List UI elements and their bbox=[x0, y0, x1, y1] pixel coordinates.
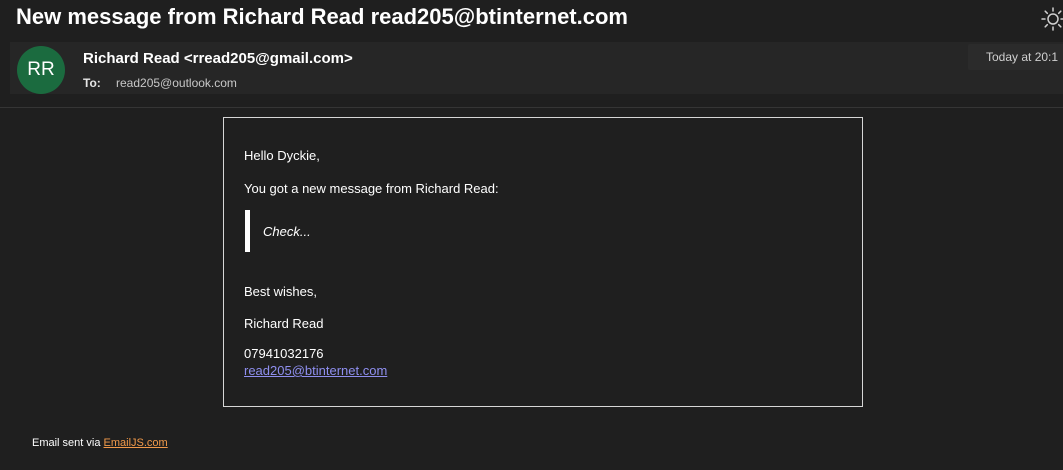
header-divider bbox=[0, 107, 1063, 108]
email-subject: New message from Richard Read read205@bt… bbox=[16, 4, 628, 29]
to-label: To: bbox=[83, 76, 101, 90]
timestamp: Today at 20:1 bbox=[986, 50, 1059, 64]
avatar-initials: RR bbox=[27, 59, 55, 80]
closing-text: Best wishes, bbox=[244, 284, 317, 299]
email-link[interactable]: read205@btinternet.com bbox=[244, 363, 387, 378]
sun-icon[interactable] bbox=[1040, 6, 1063, 32]
avatar[interactable]: RR bbox=[17, 46, 65, 94]
signature-name: Richard Read bbox=[244, 316, 324, 331]
quoted-message: Check... bbox=[263, 224, 311, 239]
quote-bar bbox=[245, 210, 250, 252]
message-body: Hello Dyckie, You got a new message from… bbox=[223, 117, 863, 407]
greeting: Hello Dyckie, bbox=[244, 148, 320, 163]
recipient-address[interactable]: read205@outlook.com bbox=[116, 76, 237, 90]
footer-text: Email sent via bbox=[32, 437, 104, 449]
intro-text: You got a new message from Richard Read: bbox=[244, 181, 499, 196]
phone-number: 07941032176 bbox=[244, 346, 324, 361]
sender-name[interactable]: Richard Read <rread205@gmail.com> bbox=[83, 50, 353, 67]
footer: Email sent via EmailJS.com bbox=[32, 437, 168, 449]
emailjs-link[interactable]: EmailJS.com bbox=[104, 437, 168, 449]
